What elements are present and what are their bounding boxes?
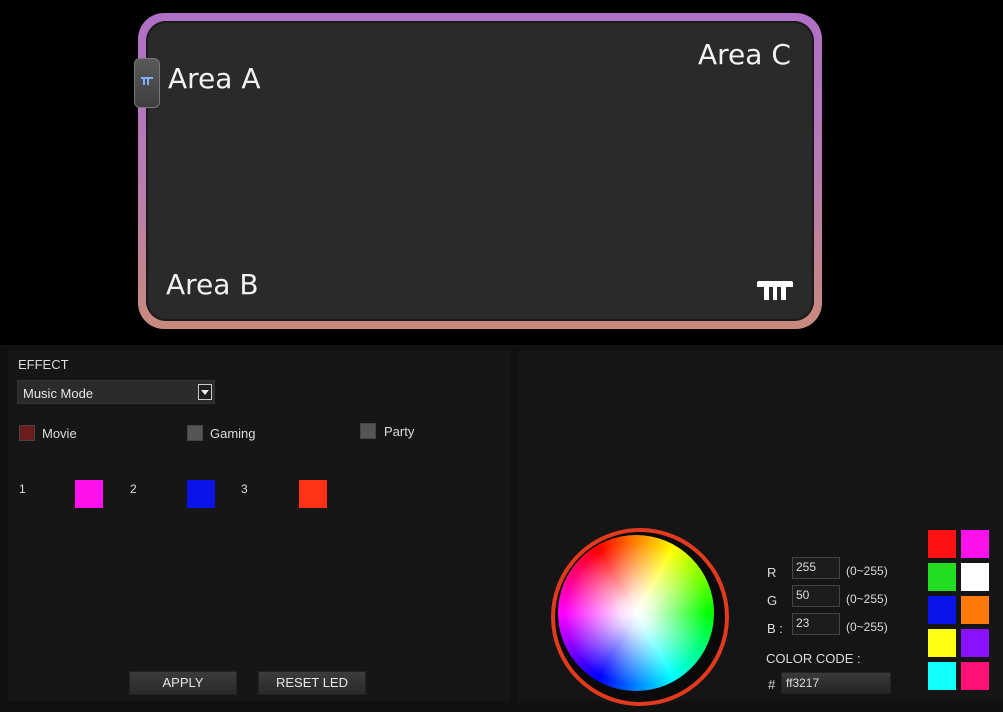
color-wheel-ring [551, 528, 729, 706]
preset-magenta-swatch[interactable] [961, 530, 989, 558]
slot-1-color-swatch[interactable] [75, 480, 103, 508]
mousepad-connector [134, 58, 160, 108]
slot-2-color-swatch[interactable] [187, 480, 215, 508]
preset-purple-swatch[interactable] [961, 629, 989, 657]
preset-blue-swatch[interactable] [928, 596, 956, 624]
effect-selected-value: Music Mode [23, 386, 94, 401]
hash-label: # [768, 677, 776, 692]
g-label: G [767, 593, 778, 608]
area-c-label[interactable]: Area C [698, 38, 791, 71]
effect-title: EFFECT [18, 357, 69, 372]
preset-red-swatch[interactable] [928, 530, 956, 558]
area-a-label[interactable]: Area A [168, 62, 261, 95]
g-range-hint: (0~255) [846, 592, 888, 606]
r-label: R [767, 565, 777, 580]
device-preview: Area A Area B Area C [0, 0, 1003, 345]
thermaltake-logo-icon [757, 281, 793, 300]
preset-pink-swatch[interactable] [961, 662, 989, 690]
gaming-checkbox[interactable] [187, 425, 203, 441]
color-code-label: COLOR CODE : [766, 651, 861, 666]
slot-3-number: 3 [241, 482, 248, 496]
preset-orange-swatch[interactable] [961, 596, 989, 624]
movie-checkbox[interactable] [19, 425, 35, 441]
slot-2-number: 2 [130, 482, 137, 496]
r-range-hint: (0~255) [846, 564, 888, 578]
preset-green-swatch[interactable] [928, 563, 956, 591]
movie-label: Movie [42, 426, 77, 441]
color-wheel[interactable] [558, 535, 714, 691]
b-range-hint: (0~255) [846, 620, 888, 634]
r-input[interactable]: 255 [792, 557, 840, 579]
preset-cyan-swatch[interactable] [928, 662, 956, 690]
area-b-label[interactable]: Area B [166, 268, 259, 301]
slot-3-color-swatch[interactable] [299, 480, 327, 508]
b-label: B : [767, 621, 783, 636]
party-checkbox[interactable] [360, 423, 376, 439]
apply-button[interactable]: APPLY [129, 671, 237, 695]
preset-yellow-swatch[interactable] [928, 629, 956, 657]
chevron-down-icon[interactable] [198, 384, 212, 400]
reset-led-button[interactable]: RESET LED [258, 671, 366, 695]
g-input[interactable]: 50 [792, 585, 840, 607]
effect-select[interactable]: Music Mode [17, 380, 215, 404]
b-input[interactable]: 23 [792, 613, 840, 635]
party-label: Party [384, 424, 415, 439]
color-code-input[interactable]: ff3217 [781, 672, 891, 694]
gaming-label: Gaming [210, 426, 256, 441]
thermaltake-icon [141, 77, 153, 85]
slot-1-number: 1 [19, 482, 26, 496]
preset-white-swatch[interactable] [961, 563, 989, 591]
